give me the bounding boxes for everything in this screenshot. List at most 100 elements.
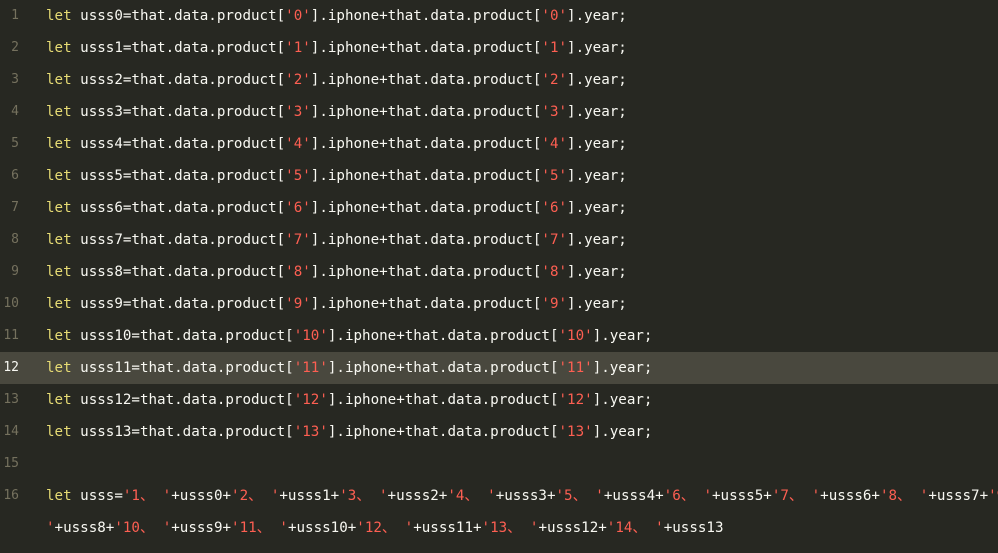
code-text: let usss13=that.data.product['13'].iphon…: [46, 416, 652, 448]
code-identifier: usss0=that.data.product[: [71, 8, 286, 24]
string-literal: '11': [293, 360, 328, 376]
code-identifier: ].iphone+that.data.product[: [327, 392, 559, 408]
code-line[interactable]: 12 let usss11=that.data.product['11'].iph…: [0, 352, 998, 384]
code-line-wrap[interactable]: '+usss8+'10、 '+usss9+'11、 '+usss10+'12、 …: [0, 512, 998, 544]
code-line[interactable]: 16 let usss='1、 '+usss0+'2、 '+usss1+'3、 '…: [0, 480, 998, 512]
line-number: 15: [3, 456, 19, 471]
code-identifier: +usss6+: [820, 488, 880, 504]
code-identifier: ].year;: [567, 168, 627, 184]
string-literal: '1': [285, 40, 311, 56]
string-literal: '9、: [988, 488, 998, 504]
code-identifier: usss11=that.data.product[: [71, 360, 294, 376]
code-line[interactable]: 14 let usss13=that.data.product['13'].iph…: [0, 416, 998, 448]
code-identifier: usss7=that.data.product[: [71, 232, 286, 248]
code-line[interactable]: 1 let usss0=that.data.product['0'].iphone…: [0, 0, 998, 32]
string-literal: '0': [541, 8, 568, 24]
code-identifier: ].iphone+that.data.product[: [310, 232, 542, 248]
code-line[interactable]: 15: [0, 448, 998, 480]
code-text: let usss0=that.data.product['0'].iphone+…: [46, 0, 627, 32]
string-literal: '3': [541, 104, 568, 120]
code-line[interactable]: 9 let usss8=that.data.product['8'].iphone…: [0, 256, 998, 288]
code-line[interactable]: 6 let usss5=that.data.product['5'].iphone…: [0, 160, 998, 192]
string-literal: '5、 ': [555, 488, 604, 504]
code-identifier: usss5=that.data.product[: [71, 168, 286, 184]
code-identifier: ].iphone+that.data.product[: [327, 424, 559, 440]
line-number: 12: [3, 360, 19, 375]
string-literal: '2、 ': [231, 488, 280, 504]
string-literal: '6、 ': [663, 488, 713, 504]
code-line[interactable]: 2 let usss1=that.data.product['1'].iphone…: [0, 32, 998, 64]
code-identifier: +usss2+: [387, 488, 448, 504]
line-number: 6: [11, 168, 19, 183]
code-identifier: ].year;: [592, 360, 653, 376]
string-literal: '6': [541, 200, 568, 216]
string-literal: '8': [285, 264, 311, 280]
string-literal: '11、 ': [231, 520, 288, 536]
line-number: 1: [11, 8, 19, 23]
code-line[interactable]: 4 let usss3=that.data.product['3'].iphone…: [0, 96, 998, 128]
code-identifier: ].year;: [567, 40, 627, 56]
code-identifier: +usss13: [663, 520, 724, 536]
string-literal: '11': [558, 360, 593, 376]
code-identifier: ].year;: [567, 232, 627, 248]
code-identifier: ].iphone+that.data.product[: [310, 72, 542, 88]
code-identifier: +usss12+: [538, 520, 607, 536]
string-literal: '9': [541, 296, 568, 312]
code-identifier: +usss3+: [495, 488, 556, 504]
code-text: let usss2=that.data.product['2'].iphone+…: [46, 64, 627, 96]
line-number: 16: [3, 488, 19, 503]
code-line[interactable]: 7 let usss6=that.data.product['6'].iphone…: [0, 192, 998, 224]
code-identifier: ].year;: [592, 392, 653, 408]
keyword-let: let: [46, 200, 72, 216]
keyword-let: let: [46, 424, 72, 440]
code-text: let usss6=that.data.product['6'].iphone+…: [46, 192, 627, 224]
code-identifier: ].iphone+that.data.product[: [310, 264, 542, 280]
keyword-let: let: [46, 8, 72, 24]
string-literal: '8': [541, 264, 568, 280]
code-identifier: ].year;: [592, 328, 653, 344]
code-line[interactable]: 11 let usss10=that.data.product['10'].iph…: [0, 320, 998, 352]
code-line[interactable]: 8 let usss7=that.data.product['7'].iphone…: [0, 224, 998, 256]
string-literal: '6': [285, 200, 311, 216]
string-literal: '13': [558, 424, 593, 440]
code-identifier: +usss9+: [171, 520, 232, 536]
code-identifier: +usss4+: [603, 488, 664, 504]
code-identifier: usss8=that.data.product[: [71, 264, 286, 280]
code-line[interactable]: 13 let usss12=that.data.product['12'].iph…: [0, 384, 998, 416]
string-literal: '4、 ': [447, 488, 496, 504]
code-identifier: ].year;: [567, 72, 627, 88]
code-identifier: ].iphone+that.data.product[: [310, 296, 542, 312]
string-literal: '12': [558, 392, 593, 408]
code-line[interactable]: 10 let usss9=that.data.product['9'].iphon…: [0, 288, 998, 320]
code-text: let usss3=that.data.product['3'].iphone+…: [46, 96, 627, 128]
keyword-let: let: [46, 232, 72, 248]
string-literal: '2': [285, 72, 311, 88]
string-literal: '3': [285, 104, 311, 120]
keyword-let: let: [46, 264, 72, 280]
keyword-let: let: [46, 136, 72, 152]
string-literal: '1': [541, 40, 568, 56]
line-number: 11: [3, 328, 19, 343]
string-literal: '7': [541, 232, 568, 248]
string-literal: ': [46, 520, 55, 536]
code-editor[interactable]: 1 let usss0=that.data.product['0'].iphone…: [0, 0, 998, 553]
keyword-let: let: [46, 360, 72, 376]
code-text: let usss10=that.data.product['10'].iphon…: [46, 320, 652, 352]
code-identifier: ].year;: [567, 136, 627, 152]
code-identifier: usss4=that.data.product[: [71, 136, 286, 152]
code-identifier: ].iphone+that.data.product[: [310, 168, 542, 184]
line-number: 7: [11, 200, 19, 215]
code-identifier: +usss0+: [171, 488, 232, 504]
code-lines: 1 let usss0=that.data.product['0'].iphone…: [0, 0, 998, 544]
keyword-let: let: [46, 488, 72, 504]
string-literal: '2': [541, 72, 568, 88]
code-text: let usss11=that.data.product['11'].iphon…: [46, 352, 652, 384]
string-literal: '0': [285, 8, 311, 24]
keyword-let: let: [46, 104, 72, 120]
code-line[interactable]: 3 let usss2=that.data.product['2'].iphone…: [0, 64, 998, 96]
code-identifier: +usss1+: [279, 488, 340, 504]
line-number: 2: [11, 40, 19, 55]
code-identifier: +usss5+: [712, 488, 772, 504]
code-line[interactable]: 5 let usss4=that.data.product['4'].iphone…: [0, 128, 998, 160]
code-identifier: +usss11+: [413, 520, 482, 536]
